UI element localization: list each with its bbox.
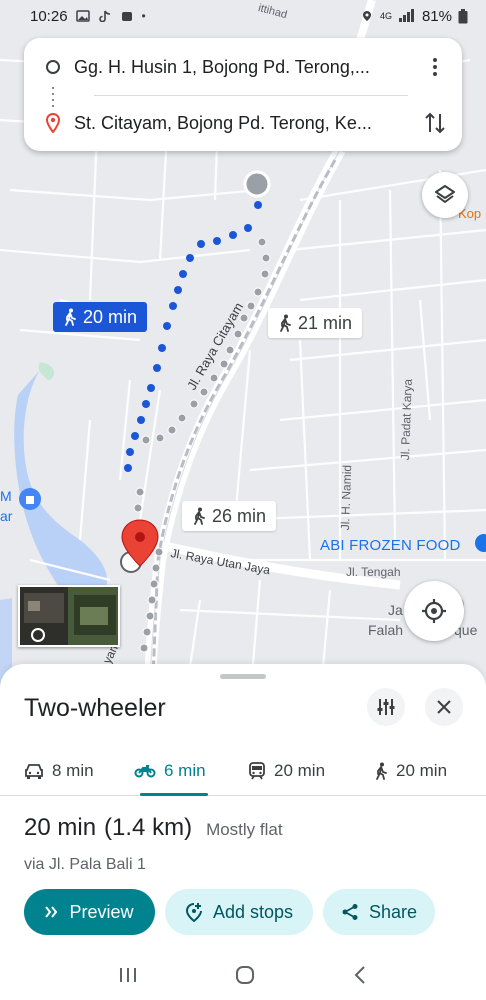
preview-label: Preview: [69, 901, 134, 922]
origin-marker: [243, 170, 271, 198]
gallery-notification-icon: [75, 10, 90, 22]
motorcycle-icon: [134, 765, 156, 778]
poi-abi-frozen-food[interactable]: ABI FROZEN FOOD: [320, 537, 461, 554]
road-label-tengah: Jl. Tengah: [346, 565, 401, 579]
recent-apps-icon[interactable]: [118, 966, 138, 984]
poi-edge-ar: ar: [0, 508, 13, 524]
active-tab-indicator: [140, 793, 208, 796]
sheet-drag-handle[interactable]: [220, 674, 266, 679]
poi-mosque-ja: Ja: [388, 602, 403, 618]
tab-transit[interactable]: 20 min: [248, 746, 325, 796]
location-icon: [362, 11, 371, 21]
battery-icon: [458, 8, 468, 23]
layers-button[interactable]: [422, 172, 468, 218]
route-chip-selected[interactable]: 20 min: [53, 302, 148, 332]
walk-icon: [194, 507, 205, 525]
add-stops-label: Add stops: [212, 901, 294, 922]
route-chip-label: 21 min: [298, 312, 353, 333]
action-buttons: Preview Add stops Share: [24, 889, 435, 935]
poi-edge-m: M: [0, 488, 12, 504]
street-view-thumbnail[interactable]: [18, 585, 120, 647]
more-notifications-dot: •: [141, 9, 146, 23]
tab-car[interactable]: 8 min: [24, 746, 94, 796]
add-stops-button[interactable]: Add stops: [165, 889, 313, 935]
route-chip-alt-1[interactable]: 21 min: [268, 308, 363, 338]
tab-car-label: 8 min: [52, 761, 94, 780]
route-terrain: Mostly flat: [206, 820, 283, 839]
close-button[interactable]: [425, 688, 463, 726]
tab-two-wheeler[interactable]: 6 min: [134, 746, 206, 796]
tiktok-notification-icon: [98, 10, 110, 22]
app-notification-icon: [121, 12, 132, 21]
share-button[interactable]: Share: [323, 889, 435, 935]
close-icon: [437, 700, 451, 714]
train-icon: [249, 762, 265, 780]
directions-card: Gg. H. Husin 1, Bojong Pd. Terong,... St…: [24, 38, 462, 151]
route-chip-label: 20 min: [83, 306, 138, 327]
my-location-button[interactable]: [404, 581, 464, 641]
network-type: 4G: [379, 11, 392, 21]
battery-percent: 81%: [421, 7, 452, 25]
tab-transit-label: 20 min: [274, 761, 326, 780]
origin-field[interactable]: Gg. H. Husin 1, Bojong Pd. Terong,...: [74, 57, 406, 78]
layers-icon: [435, 185, 455, 203]
route-options-button[interactable]: [367, 688, 405, 726]
origin-circle-icon: [46, 60, 60, 74]
share-icon: [342, 904, 358, 920]
poi-mosque-falah: Falah: [368, 622, 404, 638]
more-options-button[interactable]: [432, 58, 438, 76]
walk-icon: [65, 308, 76, 326]
share-label: Share: [368, 901, 418, 922]
route-duration: 20 min: [24, 814, 97, 841]
system-nav-bar: [0, 950, 486, 1000]
field-divider: [94, 95, 408, 96]
signal-icon: [398, 9, 414, 22]
preview-button[interactable]: Preview: [24, 889, 155, 935]
destination-pin-icon: [45, 113, 61, 133]
route-chip-label: 26 min: [212, 505, 267, 526]
tab-walk-label: 20 min: [396, 761, 448, 780]
back-icon[interactable]: [352, 965, 368, 985]
swap-icon[interactable]: [424, 110, 446, 136]
double-chevron-icon: [45, 906, 58, 918]
walk-icon: [280, 314, 291, 332]
destination-row[interactable]: St. Citayam, Bojong Pd. Terong, Ke...: [24, 98, 462, 148]
travel-mode-title: Two-wheeler: [24, 694, 166, 722]
home-icon[interactable]: [234, 964, 256, 986]
walk-icon: [376, 762, 387, 780]
travel-mode-tabs: 8 min 6 min 20 min 20 min: [0, 746, 486, 796]
crosshair-icon: [422, 599, 446, 623]
tab-walk[interactable]: 20 min: [374, 746, 447, 796]
road-label-padat-karya: Jl. Padat Karya: [398, 378, 415, 461]
route-distance: (1.4 km): [104, 814, 193, 841]
car-icon: [25, 764, 43, 779]
tab-two-wheeler-label: 6 min: [164, 761, 206, 780]
route-summary: 20 min (1.4 km) Mostly flat: [24, 814, 283, 842]
status-time: 10:26: [30, 7, 68, 25]
destination-field[interactable]: St. Citayam, Bojong Pd. Terong, Ke...: [74, 113, 406, 134]
route-via: via Jl. Pala Bali 1: [24, 856, 146, 873]
route-chip-alt-2[interactable]: 26 min: [182, 501, 277, 531]
add-location-icon: [185, 903, 202, 922]
road-label-h-namid: Jl. H. Namid: [338, 464, 355, 531]
status-bar: 10:26 • 4G 81%: [0, 0, 486, 32]
origin-row[interactable]: Gg. H. Husin 1, Bojong Pd. Terong,...: [24, 42, 462, 92]
tune-icon: [377, 699, 395, 715]
